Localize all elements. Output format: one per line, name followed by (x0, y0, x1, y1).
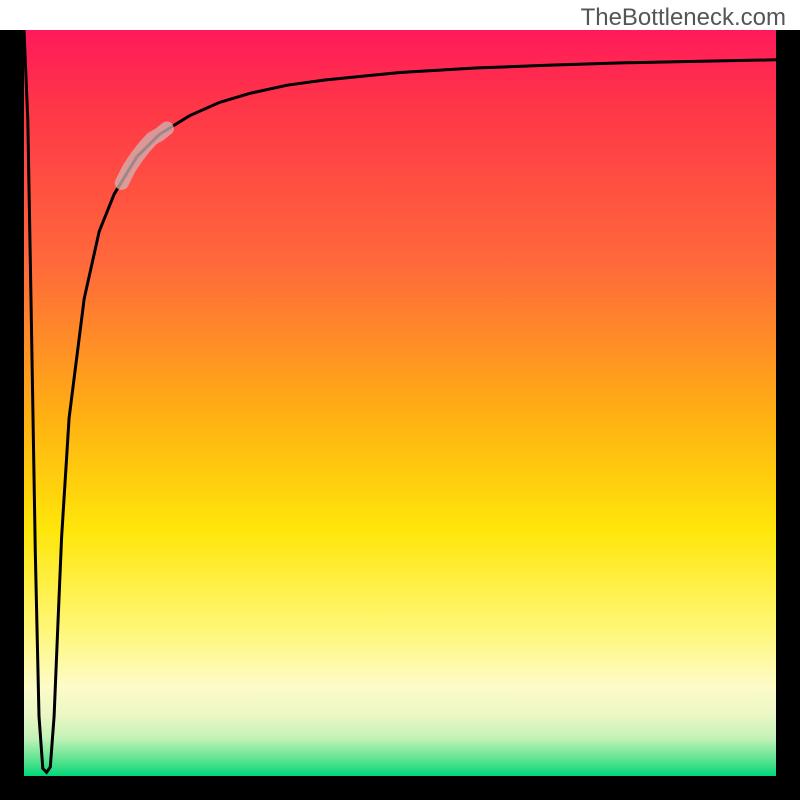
bottleneck-curve (24, 30, 776, 772)
figure-root: TheBottleneck.com (0, 0, 800, 800)
watermark-text: TheBottleneck.com (581, 4, 786, 32)
plot-frame (0, 30, 800, 800)
highlight-segment (122, 129, 167, 183)
curve-layer (24, 30, 776, 776)
plot-area (24, 30, 776, 776)
